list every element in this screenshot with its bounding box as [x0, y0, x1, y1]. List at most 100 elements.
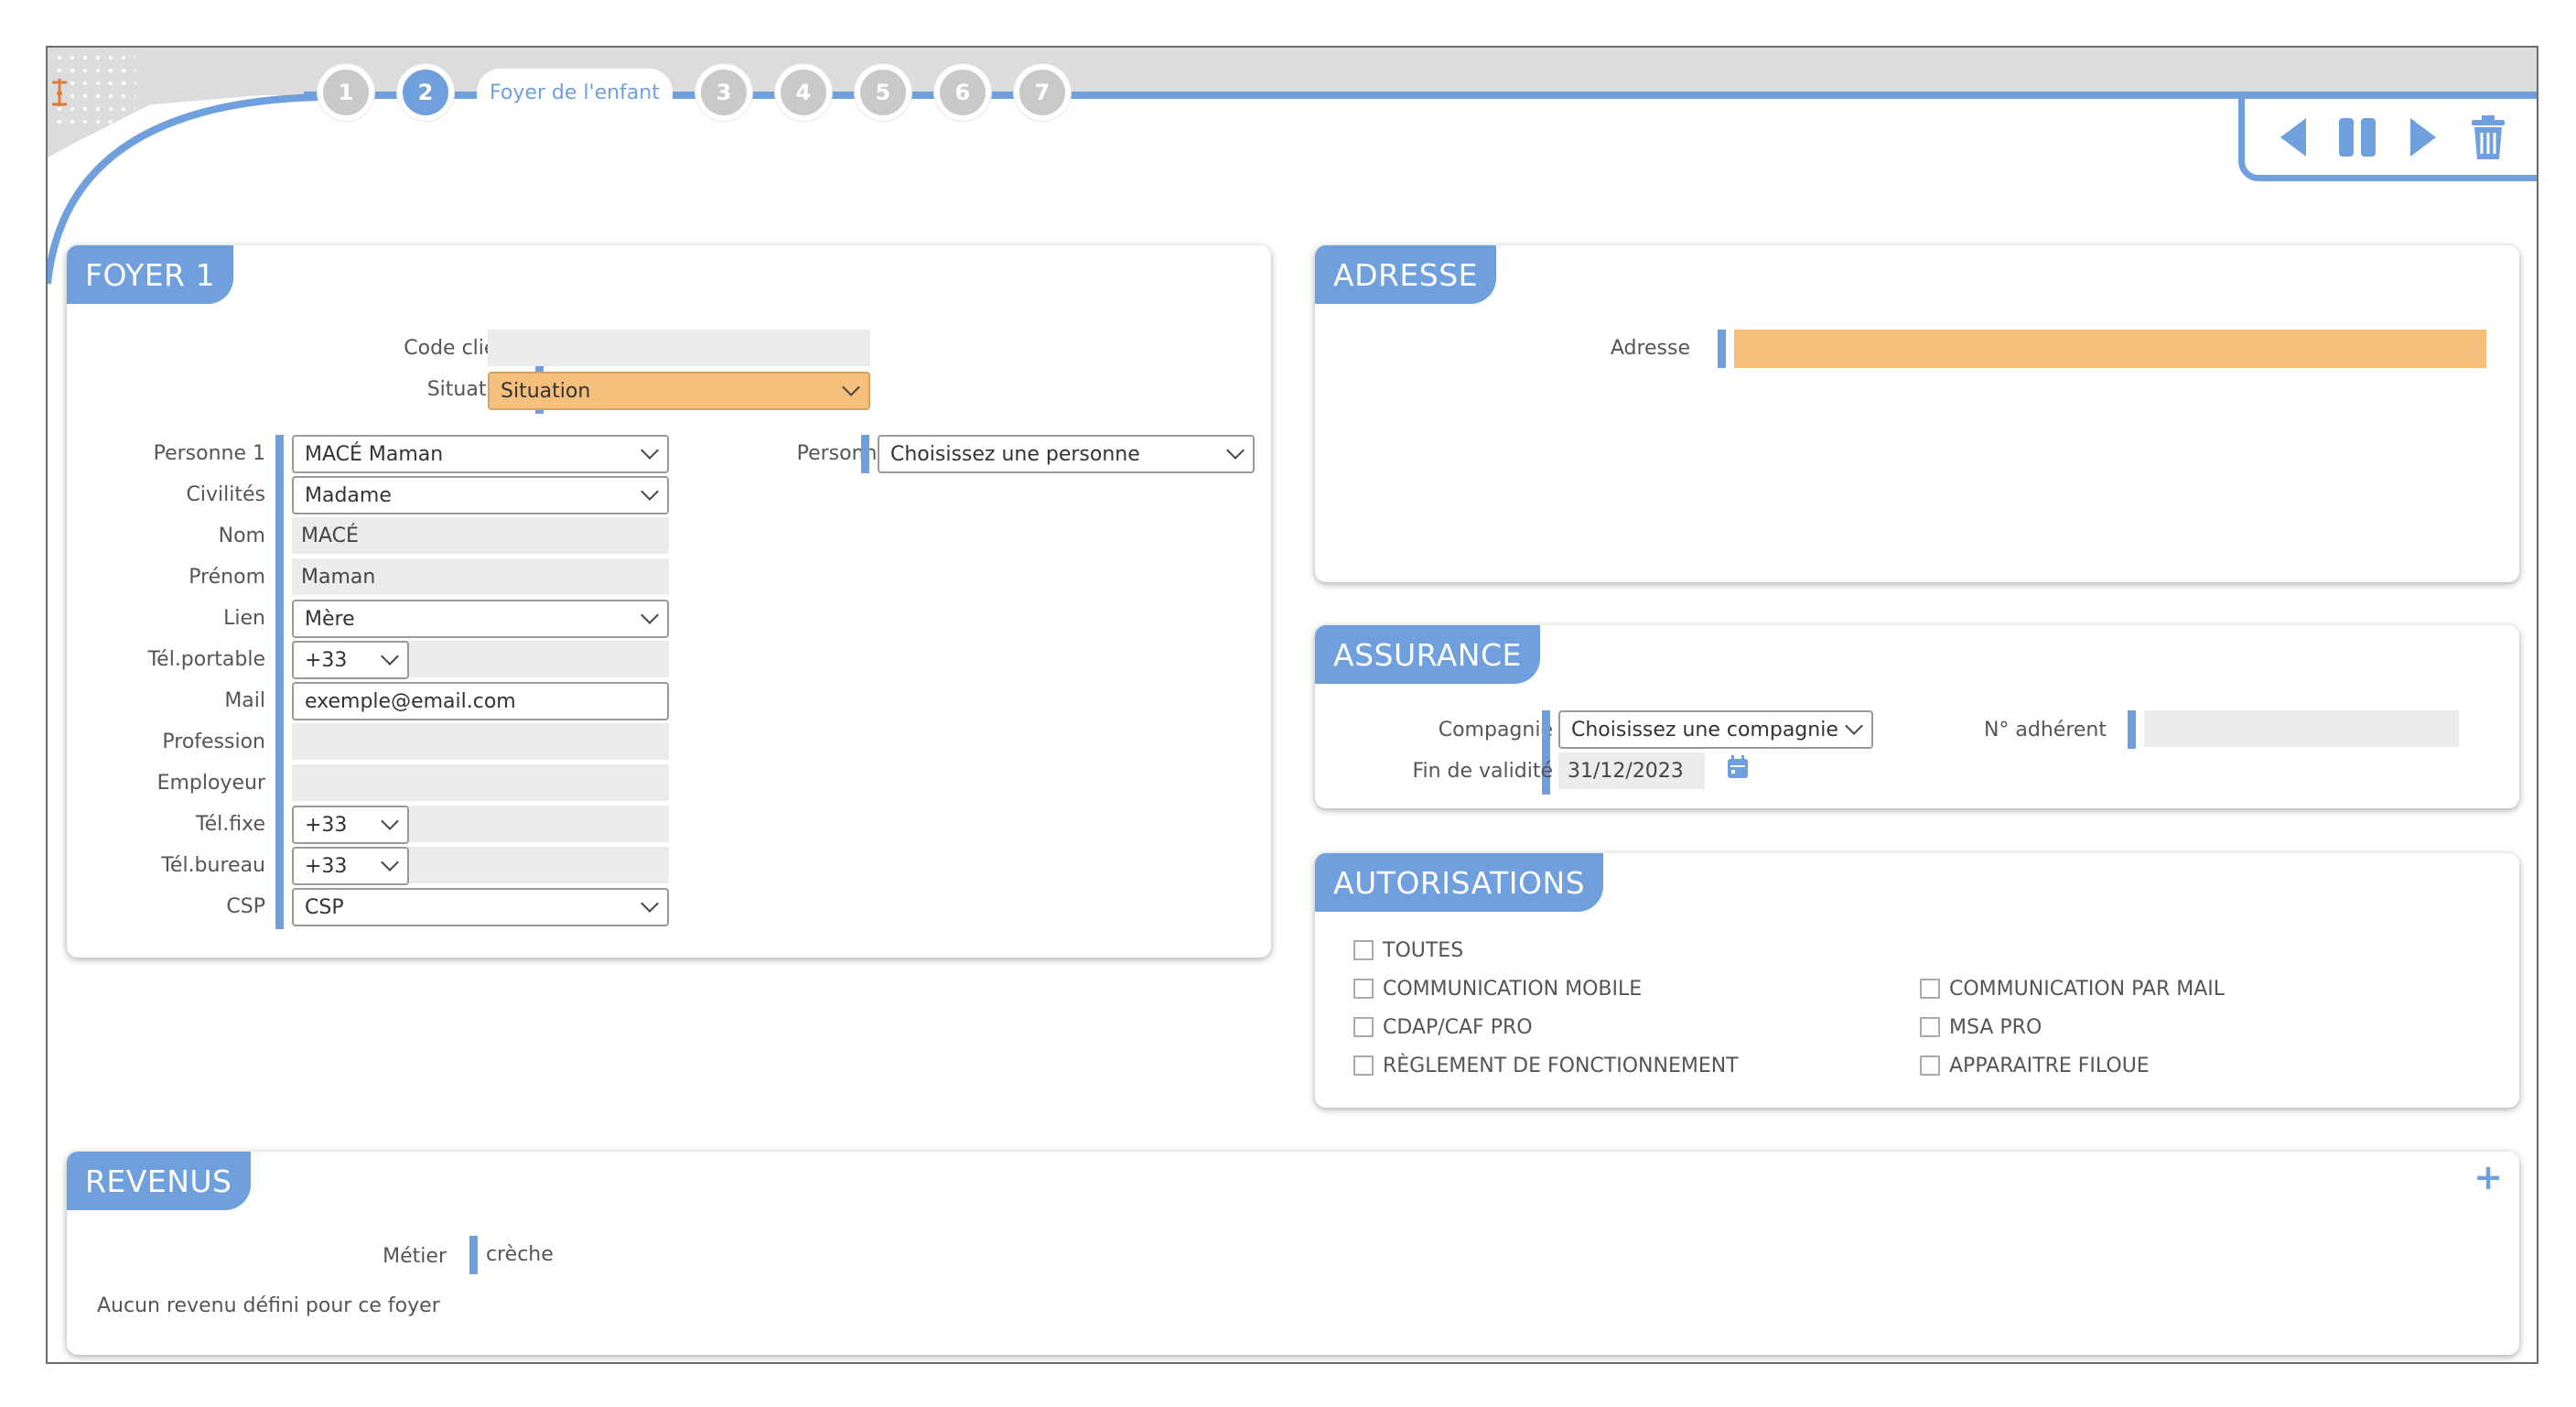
profession-label: Profession [162, 731, 265, 753]
compagnie-select[interactable]: Choisissez une compagnie [1558, 710, 1873, 749]
step-2-label: Foyer de l'enfant [477, 69, 673, 116]
chevron-down-icon [641, 894, 659, 913]
step-3[interactable]: 3 [695, 64, 752, 121]
tel-bureau-code-select[interactable]: +33 [292, 847, 409, 885]
next-icon [2409, 117, 2436, 157]
lien-label: Lien [223, 607, 265, 630]
label-cdap-caf-pro: CDAP/CAF PRO [1383, 1016, 1533, 1039]
previous-button[interactable] [2271, 112, 2315, 163]
adresse-label: Adresse [1610, 337, 1690, 360]
checkbox-reglement[interactable] [1353, 1055, 1374, 1076]
personne1-value: MACÉ Maman [305, 442, 444, 466]
previous-icon [2280, 117, 2307, 157]
step-6[interactable]: 6 [933, 64, 991, 121]
label-reglement: RÈGLEMENT DE FONCTIONNEMENT [1383, 1055, 1739, 1077]
adresse-bar [1718, 330, 1726, 368]
metier-value: crèche [486, 1243, 554, 1266]
checkbox-cdap-caf-pro[interactable] [1353, 1017, 1374, 1037]
tel-portable-code: +33 [305, 648, 348, 672]
civilites-label: Civilités [186, 483, 265, 506]
csp-select[interactable]: CSP [292, 888, 669, 926]
mail-input[interactable]: exemple@email.com [292, 682, 669, 720]
tel-fixe-code-select[interactable]: +33 [292, 806, 409, 844]
step-4[interactable]: 4 [774, 64, 832, 121]
step-1[interactable]: 1 [318, 64, 374, 121]
label-apparaitre-filoue: APPARAITRE FILOUE [1949, 1055, 2150, 1077]
label-msa-pro: MSA PRO [1949, 1016, 2042, 1039]
checkbox-apparaitre-filoue[interactable] [1920, 1055, 1940, 1076]
checkbox-communication-mobile[interactable] [1353, 979, 1374, 999]
checkbox-msa-pro[interactable] [1920, 1017, 1940, 1037]
employeur-label: Employeur [156, 772, 265, 795]
chevron-down-icon [381, 647, 399, 666]
code-client-field[interactable] [488, 330, 870, 366]
tel-fixe-label: Tél.fixe [195, 813, 265, 836]
personne1-select[interactable]: MACÉ Maman [292, 435, 669, 473]
nom-field[interactable]: MACÉ [292, 517, 669, 554]
personne2-bar [861, 435, 869, 473]
lien-select[interactable]: Mère [292, 600, 669, 638]
calendar-icon[interactable] [1727, 755, 1749, 779]
checkbox-communication-mail[interactable] [1920, 979, 1940, 999]
situation-value: Situation [501, 379, 591, 403]
chevron-down-icon [381, 853, 399, 871]
assurance-card: ASSURANCE Compagnie Choisissez une compa… [1315, 625, 2519, 808]
chevron-down-icon [1845, 717, 1863, 735]
revenus-card: REVENUS + Métier crèche Aucun revenu déf… [67, 1152, 2519, 1355]
checkbox-toutes[interactable] [1353, 940, 1374, 960]
label-communication-mobile: COMMUNICATION MOBILE [1383, 978, 1643, 1001]
step-2[interactable]: 2 [397, 64, 454, 121]
assurance-title: ASSURANCE [1315, 625, 1540, 684]
wizard-steps: 1 2 Foyer de l'enfant 3 4 5 6 7 [318, 62, 1094, 123]
mail-label: Mail [224, 689, 265, 712]
revenus-title: REVENUS [67, 1152, 251, 1210]
label-toutes: TOUTES [1383, 939, 1464, 962]
profession-field[interactable] [292, 723, 669, 760]
fin-validite-label: Fin de validité [1412, 760, 1553, 783]
adherent-bar [2128, 710, 2136, 749]
delete-button[interactable] [2466, 112, 2510, 163]
step-5[interactable]: 5 [854, 64, 911, 121]
autorisations-card: AUTORISATIONS TOUTES COMMUNICATION MOBIL… [1315, 853, 2519, 1108]
prenom-label: Prénom [189, 566, 265, 589]
lien-value: Mère [305, 607, 355, 631]
adherent-field[interactable] [2144, 710, 2459, 747]
adresse-title: ADRESSE [1315, 245, 1497, 304]
chevron-down-icon [641, 606, 659, 624]
next-button[interactable] [2401, 112, 2445, 163]
foyer-card: FOYER 1 Code client Situation Situation … [67, 245, 1271, 958]
situation-select[interactable]: Situation [488, 372, 870, 410]
tel-portable-code-select[interactable]: +33 [292, 641, 409, 679]
csp-value: CSP [305, 895, 344, 919]
metier-label: Métier [383, 1245, 447, 1268]
fin-validite-field[interactable]: 31/12/2023 [1558, 752, 1705, 789]
civilites-select[interactable]: Madame [292, 476, 669, 514]
nom-label: Nom [218, 525, 265, 547]
chevron-down-icon [641, 482, 659, 501]
compagnie-value: Choisissez une compagnie [1571, 718, 1838, 741]
label-communication-mail: COMMUNICATION PAR MAIL [1949, 978, 2226, 1001]
metier-bar [469, 1236, 478, 1274]
adherent-label: N° adhérent [1983, 719, 2107, 741]
tel-bureau-code: +33 [305, 854, 348, 878]
personne2-select[interactable]: Choisissez une personne [878, 435, 1255, 473]
adresse-field[interactable] [1734, 330, 2486, 368]
add-revenu-button[interactable]: + [2474, 1157, 2503, 1197]
prenom-field[interactable]: Maman [292, 558, 669, 595]
adresse-card: ADRESSE Adresse [1315, 245, 2519, 582]
revenus-empty-text: Aucun revenu défini pour ce foyer [97, 1294, 440, 1317]
pause-icon [2339, 117, 2377, 157]
chevron-down-icon [842, 378, 860, 396]
app-logo-icon [52, 79, 67, 106]
civilites-value: Madame [305, 483, 392, 507]
csp-label: CSP [226, 895, 265, 918]
tel-portable-label: Tél.portable [147, 648, 265, 671]
tel-fixe-code: +33 [305, 813, 348, 837]
pause-button[interactable] [2336, 112, 2380, 163]
chevron-down-icon [1226, 441, 1245, 460]
trash-icon [2471, 114, 2505, 159]
employeur-field[interactable] [292, 764, 669, 801]
personne1-label: Personne 1 [153, 442, 265, 465]
step-7[interactable]: 7 [1013, 64, 1071, 121]
personne1-bar [275, 435, 284, 929]
